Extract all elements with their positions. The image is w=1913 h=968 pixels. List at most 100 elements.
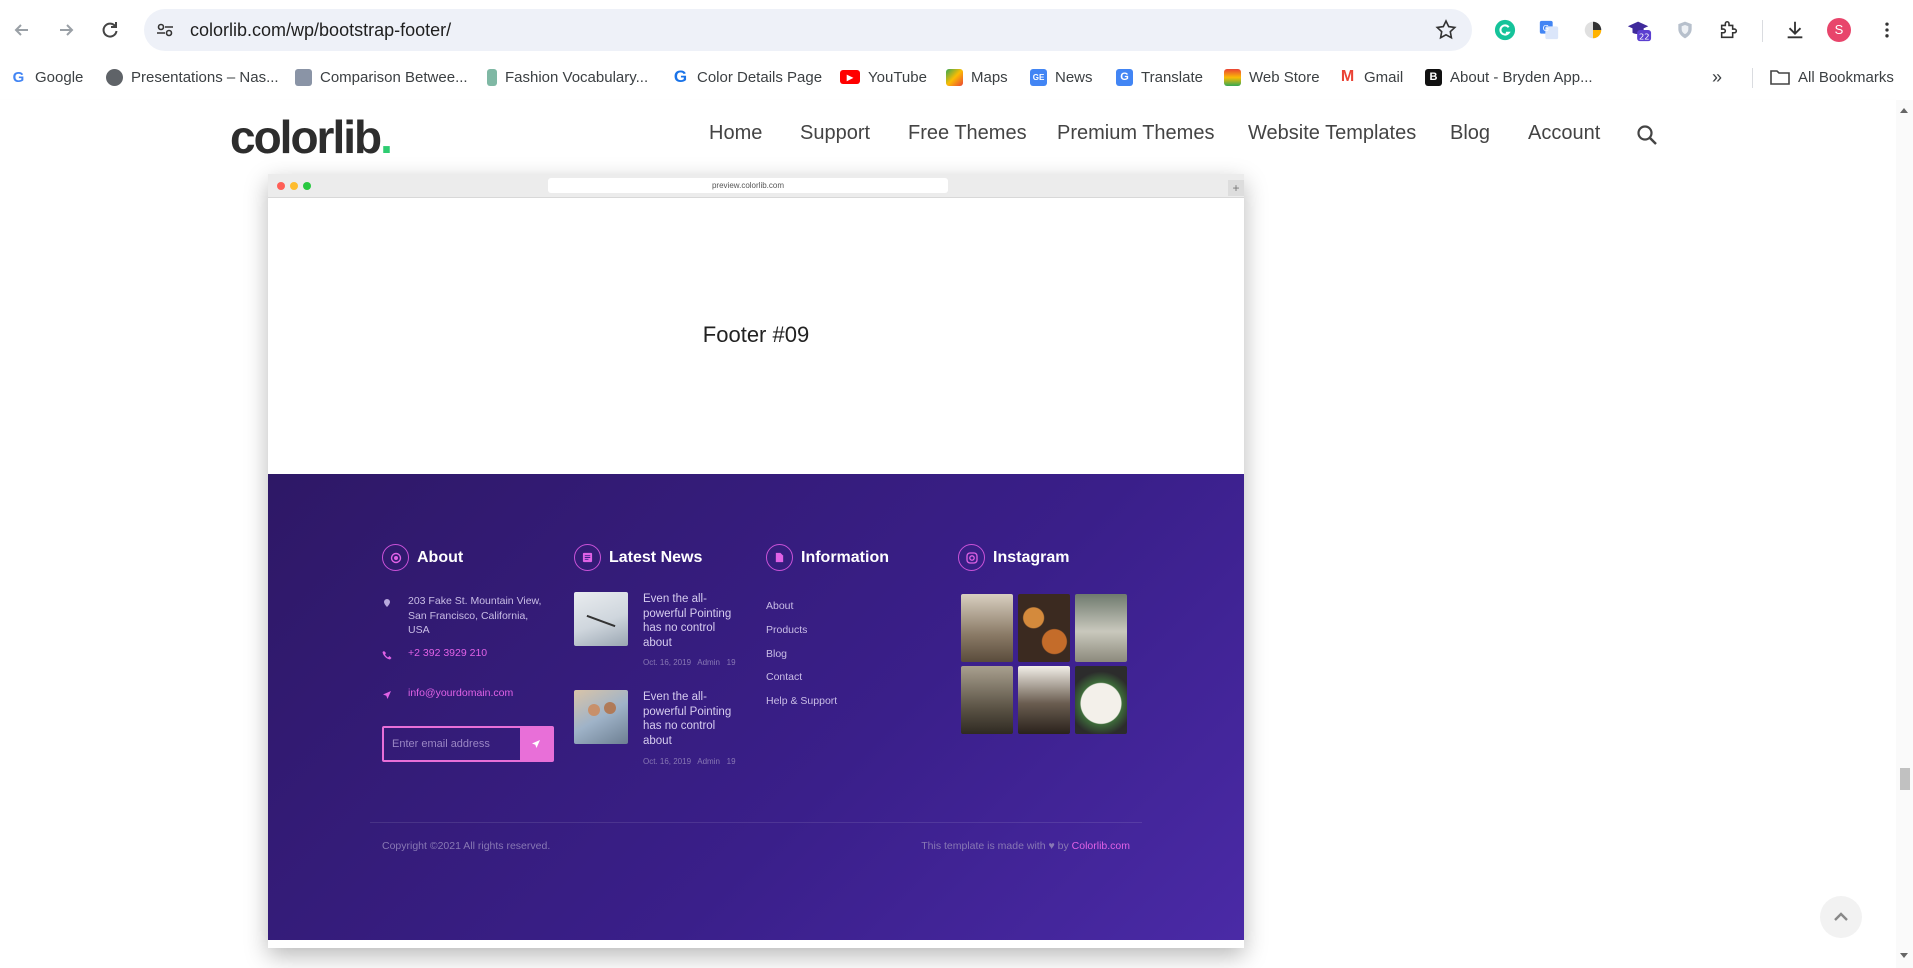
bookmark-about-bryden[interactable]: B About - Bryden App... (1425, 66, 1593, 88)
news-thumbnail-desk[interactable] (574, 592, 628, 646)
graduation-extension[interactable]: 22 (1626, 17, 1652, 43)
instagram-photo-dining[interactable] (1075, 594, 1127, 662)
news-thumbnail-family[interactable] (574, 690, 628, 744)
news-author: Admin (697, 757, 720, 766)
nav-home[interactable]: Home (709, 122, 762, 145)
nav-blog[interactable]: Blog (1450, 122, 1490, 145)
back-to-top-button[interactable] (1820, 896, 1862, 938)
info-link-help-support[interactable]: Help & Support (766, 695, 837, 707)
reload-button[interactable] (94, 14, 126, 46)
shield-extension[interactable] (1672, 17, 1698, 43)
bookmark-color-details[interactable]: G Color Details Page (672, 66, 822, 88)
instagram-photo-restaurant[interactable] (961, 666, 1013, 734)
minimize-dot (290, 182, 298, 190)
instagram-photo-bar[interactable] (1018, 666, 1070, 734)
preview-heading: Footer #09 (702, 322, 810, 347)
nav-support[interactable]: Support (800, 122, 870, 145)
instagram-photo-food[interactable] (1018, 594, 1070, 662)
bookmark-news[interactable]: GE News (1030, 66, 1093, 88)
toolbar-divider (1762, 20, 1763, 42)
forward-button[interactable] (50, 14, 82, 46)
footer-divider (370, 822, 1142, 823)
scroll-up-arrow-icon[interactable] (1899, 106, 1909, 114)
instagram-photo-dish[interactable] (1075, 666, 1127, 734)
footer: About 203 Fake St. Mountain View, San Fr… (268, 474, 1244, 940)
globe-icon (106, 68, 123, 86)
news-item-text[interactable]: Even the all-powerful Pointing has no co… (643, 592, 743, 650)
bookmark-label: News (1055, 68, 1093, 86)
newsletter-submit-button[interactable] (520, 728, 552, 760)
webstore-icon (1224, 68, 1241, 86)
address-row: colorlib.com/wp/bootstrap-footer/ G 22 S (0, 0, 1913, 58)
news-icon: GE (1030, 68, 1047, 86)
instagram-photo-cafe[interactable] (961, 594, 1013, 662)
bookmark-google[interactable]: G Google (10, 66, 84, 88)
bookmark-label: Translate (1141, 68, 1203, 86)
bookmark-web-store[interactable]: Web Store (1224, 66, 1320, 88)
color-extension[interactable] (1580, 17, 1606, 43)
about-phone[interactable]: +2 392 3929 210 (408, 646, 487, 661)
graduation-cap-icon: 22 (1627, 21, 1652, 41)
all-bookmarks-button[interactable]: All Bookmarks (1770, 66, 1894, 88)
bookmark-label: YouTube (868, 68, 927, 86)
colorlib-logo[interactable]: colorlib. (230, 110, 393, 164)
nav-account[interactable]: Account (1528, 122, 1600, 145)
grammarly-extension[interactable] (1492, 17, 1518, 43)
info-link-blog[interactable]: Blog (766, 648, 787, 660)
omnibox[interactable]: colorlib.com/wp/bootstrap-footer/ (144, 9, 1472, 51)
bookmark-comparison[interactable]: Comparison Betwee... (295, 66, 468, 88)
forward-arrow-icon (60, 24, 74, 36)
translate-extension[interactable]: G (1536, 17, 1562, 43)
info-link-products[interactable]: Products (766, 624, 807, 636)
bookmark-fashion[interactable]: Fashion Vocabulary... (487, 66, 648, 88)
extensions-button[interactable] (1716, 17, 1742, 43)
preview-browser-bar: preview.colorlib.com + (268, 174, 1244, 198)
heart-icon: ♥ (1048, 840, 1055, 852)
bookmark-gmail[interactable]: M Gmail (1339, 66, 1403, 88)
translate-icon: G (1116, 68, 1133, 86)
site-header: colorlib. Home Support Free Themes Premi… (0, 100, 1896, 166)
bookmark-star-icon[interactable] (1434, 18, 1458, 42)
about-icon (382, 544, 409, 571)
page-scrollbar[interactable] (1896, 100, 1913, 968)
colorlib-link[interactable]: Colorlib.com (1072, 840, 1130, 852)
news-icon (574, 544, 601, 571)
downloads-button[interactable] (1782, 17, 1808, 43)
site-info-icon[interactable] (154, 19, 176, 41)
preview-url: preview.colorlib.com (548, 178, 948, 193)
more-bookmarks-button[interactable]: » (1712, 66, 1722, 88)
scroll-down-arrow-icon[interactable] (1899, 952, 1909, 960)
search-icon[interactable] (1636, 124, 1658, 146)
news-comments: 19 (726, 757, 736, 766)
profile-button[interactable]: S (1826, 17, 1852, 43)
news-item-text[interactable]: Even the all-powerful Pointing has no co… (643, 690, 743, 748)
info-link-contact[interactable]: Contact (766, 671, 802, 683)
profile-avatar: S (1827, 18, 1851, 42)
send-icon (383, 691, 391, 699)
bookmark-maps[interactable]: Maps (946, 66, 1008, 88)
bookmark-label: Presentations – Nas... (131, 68, 279, 86)
paper-plane-icon (532, 740, 540, 748)
bookmark-youtube[interactable]: ▶ YouTube (840, 66, 927, 88)
chrome-menu-button[interactable] (1874, 17, 1900, 43)
newsletter-email-input[interactable]: Enter email address (382, 726, 554, 762)
bookmark-translate[interactable]: G Translate (1116, 66, 1203, 88)
maps-icon (946, 68, 963, 86)
nav-free-themes[interactable]: Free Themes (908, 122, 1027, 145)
shield-icon (1678, 21, 1692, 39)
puzzle-icon (1720, 20, 1738, 39)
email-placeholder: Enter email address (392, 738, 490, 750)
nav-premium-themes[interactable]: Premium Themes (1057, 122, 1214, 145)
made-with-text: This template is made with ♥ by Colorlib… (921, 840, 1130, 852)
about-email[interactable]: info@yourdomain.com (408, 686, 513, 701)
info-link-about[interactable]: About (766, 600, 793, 612)
nav-website-templates[interactable]: Website Templates (1248, 122, 1416, 145)
scrollbar-thumb[interactable] (1900, 768, 1910, 790)
g-logo-icon: G (673, 67, 688, 86)
bookmark-label: Google (35, 68, 84, 86)
back-button[interactable] (6, 14, 38, 46)
url-text[interactable]: colorlib.com/wp/bootstrap-footer/ (190, 20, 451, 41)
extension-badge: 22 (1639, 31, 1650, 41)
chevron-double-right-icon: » (1712, 66, 1723, 87)
bookmark-presentations[interactable]: Presentations – Nas... (106, 66, 279, 88)
